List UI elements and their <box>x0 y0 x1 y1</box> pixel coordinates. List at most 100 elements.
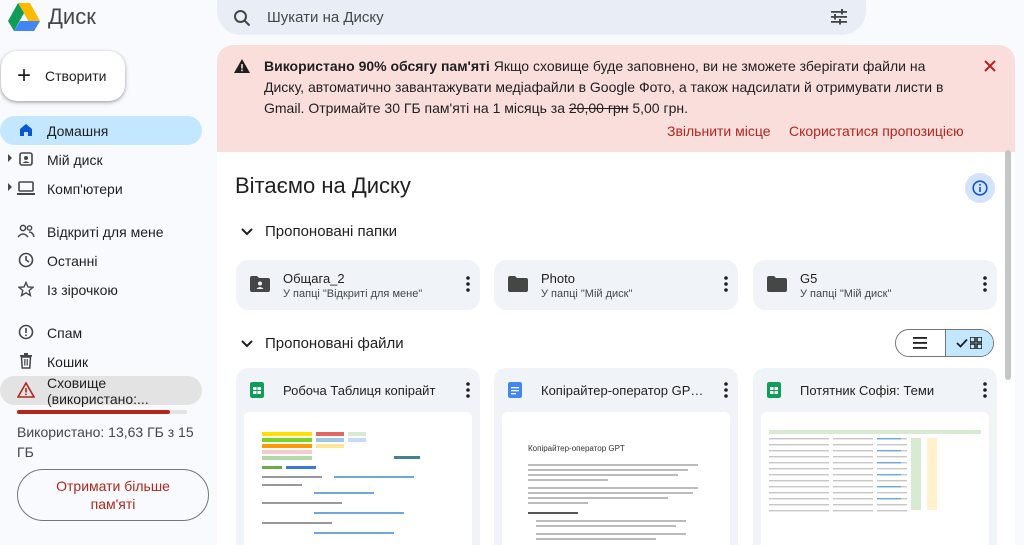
search-input[interactable]: Шукати на Диску <box>267 9 384 26</box>
plus-icon: + <box>17 62 32 89</box>
drive-logo[interactable]: Диск <box>8 0 96 34</box>
chevron-down-icon <box>241 339 253 347</box>
sidebar-item-label: Комп'ютери <box>47 180 123 197</box>
folder-card[interactable]: G5 У папці "Мій диск" <box>753 260 997 310</box>
list-icon <box>913 337 928 349</box>
sidebar-item-label: Із зірочкою <box>47 281 118 298</box>
warning-icon <box>234 59 250 73</box>
file-name: Робоча Таблиця копірайт <box>283 383 436 398</box>
get-more-storage-button[interactable]: Отримати більше пам'яті <box>17 469 209 521</box>
warning-icon <box>17 381 35 399</box>
sidebar-item-label: Відкриті для мене <box>47 223 164 240</box>
spreadsheet-preview <box>769 430 981 512</box>
star-icon <box>17 280 35 298</box>
sidebar-item-label: Сховище (використано:... <box>47 374 149 407</box>
clock-icon <box>17 251 35 269</box>
storage-usage-bar <box>17 410 187 414</box>
sidebar-item-storage[interactable]: Сховище (використано:... <box>0 374 202 407</box>
info-button[interactable] <box>965 173 995 203</box>
expand-caret-icon[interactable] <box>8 183 12 191</box>
sidebar-item-starred[interactable]: Із зірочкою <box>0 275 210 304</box>
more-options-icon[interactable] <box>983 276 987 292</box>
sidebar-item-shared[interactable]: Відкриті для мене <box>0 217 210 246</box>
sidebar-item-home[interactable]: Домашня <box>0 116 202 145</box>
page-title: Вітаємо на Диску <box>235 173 411 198</box>
file-thumbnail: Копірайтер-оператор GPT <box>502 412 730 545</box>
search-icon[interactable] <box>233 9 251 27</box>
search-options-icon[interactable] <box>830 8 848 26</box>
create-button[interactable]: + Створити <box>1 51 125 101</box>
free-space-button[interactable]: Звільнити місце <box>667 123 771 139</box>
grid-icon <box>970 337 983 349</box>
alert-old-price: 20,00 грн <box>568 100 629 116</box>
more-options-icon[interactable] <box>724 382 728 398</box>
sidebar-item-label: Домашня <box>47 122 109 139</box>
sheets-icon <box>250 382 264 398</box>
folder-icon <box>767 276 787 292</box>
close-icon[interactable] <box>983 59 997 73</box>
main-content: Використано 90% обсягу пам'яті Якщо схов… <box>217 45 1015 545</box>
my-drive-icon <box>17 150 35 168</box>
suggested-folders-header[interactable]: Пропоновані папки <box>241 223 397 240</box>
view-toggle <box>895 329 994 357</box>
folder-icon <box>508 276 528 292</box>
storage-usage-fill <box>17 410 170 414</box>
create-label: Створити <box>45 68 107 84</box>
section-title: Пропоновані файли <box>265 335 404 352</box>
sidebar-item-recent[interactable]: Останні <box>0 246 210 275</box>
folder-location: У папці "Відкриті для мене" <box>283 288 423 300</box>
suggested-files-header[interactable]: Пропоновані файли <box>241 335 404 352</box>
more-options-icon[interactable] <box>983 382 987 398</box>
section-title: Пропоновані папки <box>265 223 398 240</box>
docs-icon <box>508 382 522 398</box>
info-icon <box>972 180 988 196</box>
home-icon <box>17 121 35 139</box>
file-card[interactable]: Робоча Таблиця копірайт <box>236 368 480 545</box>
folder-name: G5 <box>800 271 818 286</box>
sidebar-item-trash[interactable]: Кошик <box>0 347 210 376</box>
sidebar-item-spam[interactable]: Спам <box>0 318 210 347</box>
folder-card[interactable]: Photo У папці "Мій диск" <box>494 260 738 310</box>
folder-name: Photo <box>541 271 575 286</box>
file-card[interactable]: Копірайтер-оператор GPT ... Копірайтер-о… <box>494 368 738 545</box>
sidebar-item-label: Мій диск <box>47 151 103 168</box>
sidebar-item-label: Кошик <box>47 353 89 370</box>
spreadsheet-preview <box>262 432 420 534</box>
more-options-icon[interactable] <box>466 382 470 398</box>
folder-card[interactable]: Общага_2 У папці "Відкриті для мене" <box>236 260 480 310</box>
more-options-icon[interactable] <box>724 276 728 292</box>
use-offer-button[interactable]: Скористатися пропозицією <box>789 123 964 139</box>
app-title: Диск <box>48 4 96 29</box>
sidebar-item-label: Спам <box>47 324 83 341</box>
file-thumbnail <box>244 412 472 545</box>
file-thumbnail <box>761 412 989 545</box>
doc-preview-title: Копірайтер-оператор GPT <box>528 444 625 453</box>
sidebar-item-label: Останні <box>47 252 98 269</box>
alert-new-price: 5,00 грн. <box>628 100 688 116</box>
file-card[interactable]: Потятник Софія: Теми <box>753 368 997 545</box>
alert-title: Використано 90% обсягу пам'яті <box>264 58 490 74</box>
folder-location: У папці "Мій диск" <box>800 288 892 300</box>
storage-alert: Використано 90% обсягу пам'яті Якщо схов… <box>217 45 1015 152</box>
file-name: Потятник Софія: Теми <box>800 383 935 398</box>
storage-usage-text: Використано: 13,63 ГБ з 15 ГБ <box>17 424 194 460</box>
computer-icon <box>17 179 35 197</box>
folder-location: У папці "Мій диск" <box>541 288 633 300</box>
drive-logo-icon <box>8 3 40 31</box>
shared-folder-icon <box>250 276 270 292</box>
sidebar-item-my-drive[interactable]: Мій диск <box>0 145 210 174</box>
alert-message: Використано 90% обсягу пам'яті Якщо схов… <box>264 56 964 119</box>
more-options-icon[interactable] <box>466 276 470 292</box>
check-icon <box>956 338 968 348</box>
grid-view-button[interactable] <box>944 330 993 356</box>
document-preview <box>528 464 698 540</box>
search-bar[interactable]: Шукати на Диску <box>217 0 866 35</box>
folder-name: Общага_2 <box>283 271 345 286</box>
sidebar-nav: Домашня Мій диск Комп'ютери Відкриті для… <box>0 116 210 407</box>
expand-caret-icon[interactable] <box>8 154 12 162</box>
sidebar-item-computers[interactable]: Комп'ютери <box>0 174 210 203</box>
list-view-button[interactable] <box>896 330 945 356</box>
scrollbar[interactable] <box>1005 150 1011 380</box>
